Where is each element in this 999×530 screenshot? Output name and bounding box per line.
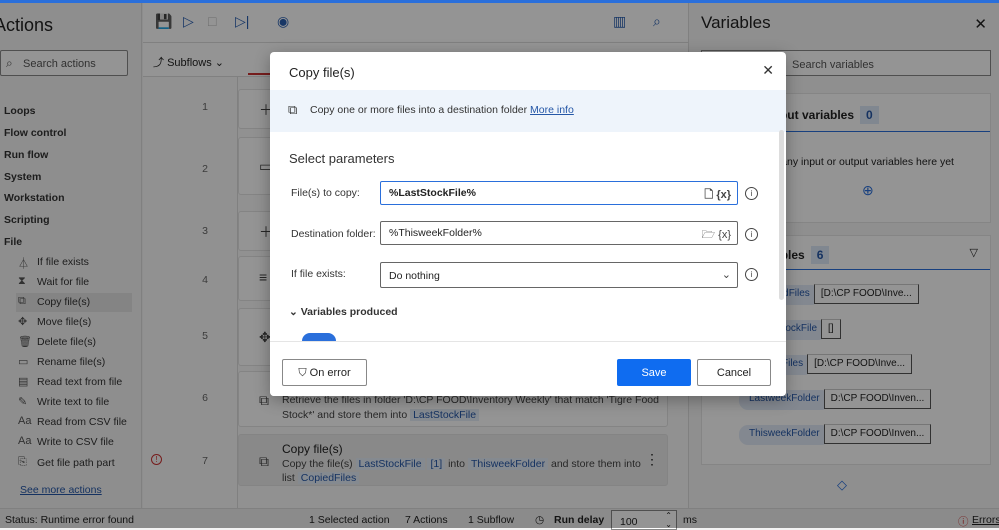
if-file-exists-label: If file exists: [291, 268, 346, 280]
variable-picker-icon[interactable]: {x} [718, 229, 731, 241]
variable-toggle[interactable] [302, 333, 336, 341]
description-text: Copy one or more files into a destinatio… [310, 104, 528, 116]
files-value: %LastStockFile% [389, 187, 476, 199]
destination-value: %ThisweekFolder% [389, 227, 482, 239]
file-picker-icon[interactable]: 🗋 {x} [704, 186, 731, 205]
if-file-exists-value: Do nothing [389, 270, 440, 282]
section-title: Select parameters [289, 151, 395, 166]
chevron-down-icon: ⌄ [721, 269, 731, 281]
dialog-title: Copy file(s) [289, 65, 355, 80]
on-error-label: On error [309, 367, 351, 379]
destination-folder-input[interactable]: %ThisweekFolder% 🗁 {x} [380, 221, 738, 245]
variables-produced-toggle[interactable]: ⌄ Variables produced [289, 306, 398, 318]
on-error-button[interactable]: ⛉ On error [282, 359, 367, 386]
variable-picker-icon[interactable]: {x} [716, 189, 731, 201]
dialog-footer: ⛉ On error Save Cancel [270, 341, 786, 396]
info-icon[interactable]: i [745, 228, 758, 241]
more-info-link[interactable]: More info [530, 104, 574, 116]
destination-label: Destination folder: [291, 228, 376, 240]
copy-files-dialog: Copy file(s) ✕ ⧉ Copy one or more files i… [270, 52, 786, 396]
files-label: File(s) to copy: [291, 187, 360, 199]
close-icon[interactable]: ✕ [762, 62, 774, 79]
folder-picker-icon[interactable]: 🗁 {x} [701, 226, 731, 245]
cancel-button[interactable]: Cancel [697, 359, 771, 386]
files-to-copy-input[interactable]: %LastStockFile% 🗋 {x} [380, 181, 738, 205]
info-icon[interactable]: i [745, 187, 758, 200]
variables-produced-label: Variables produced [300, 306, 398, 318]
dialog-scrollbar[interactable] [779, 130, 784, 300]
if-file-exists-select[interactable]: Do nothing ⌄ [380, 262, 738, 288]
dialog-description: ⧉ Copy one or more files into a destinati… [270, 90, 786, 132]
chevron-down-icon: ⌄ [289, 306, 301, 318]
info-icon[interactable]: i [745, 268, 758, 281]
copy-icon: ⧉ [288, 102, 298, 117]
save-button[interactable]: Save [617, 359, 691, 386]
shield-icon: ⛉ [298, 367, 310, 379]
